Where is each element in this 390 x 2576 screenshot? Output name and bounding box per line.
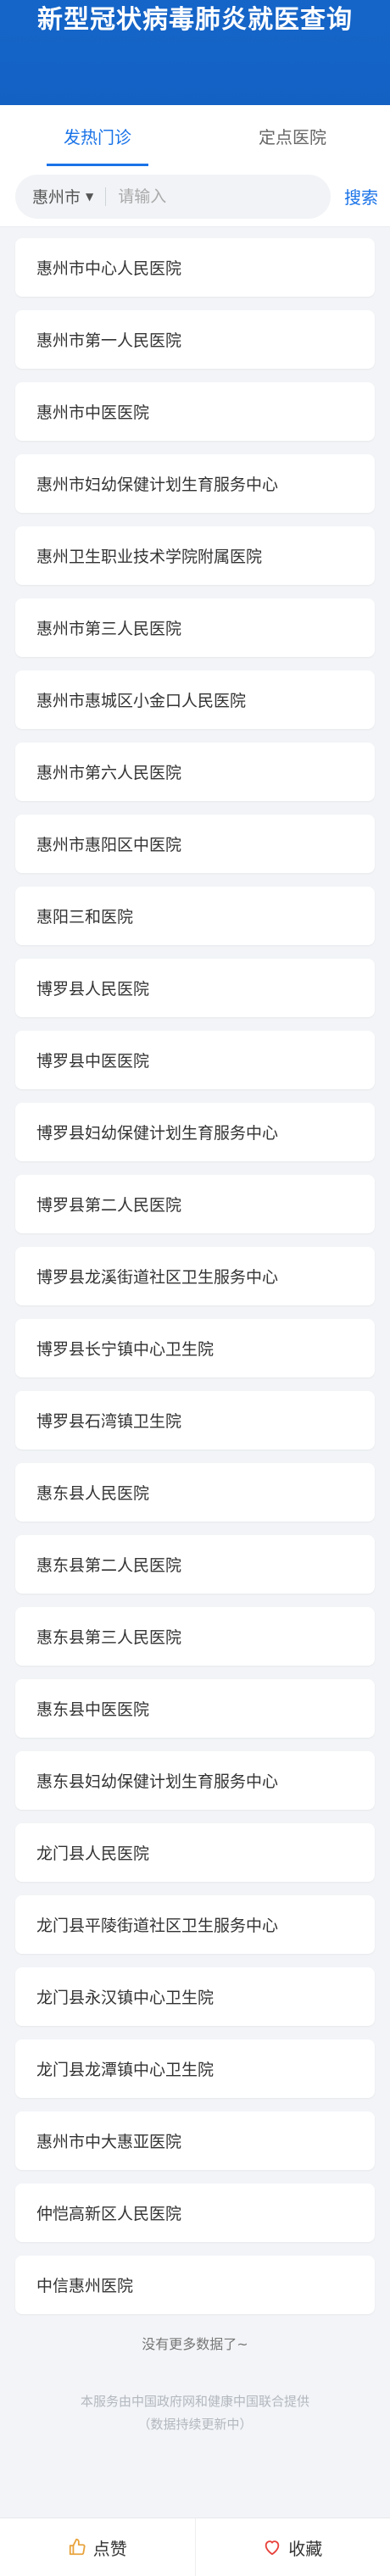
hospital-list-item[interactable]: 惠东县妇幼保健计划生育服务中心 bbox=[15, 1751, 375, 1810]
tab-fever-clinic[interactable]: 发热门诊 bbox=[0, 105, 195, 166]
caret-down-icon: ▼ bbox=[86, 190, 94, 203]
like-button[interactable]: 点赞 bbox=[0, 2518, 195, 2576]
footer-note: 本服务由中国政府网和健康中国联合提供 （数据持续更新中） bbox=[0, 2390, 390, 2436]
hospital-list-item[interactable]: 龙门县人民医院 bbox=[15, 1823, 375, 1882]
hospital-list-item[interactable]: 惠州市第六人民医院 bbox=[15, 743, 375, 801]
hospital-list-item[interactable]: 惠州市中心人民医院 bbox=[15, 238, 375, 297]
bottom-action-bar: 点赞 收藏 bbox=[0, 2518, 390, 2576]
hospital-list-item[interactable]: 博罗县第二人民医院 bbox=[15, 1175, 375, 1233]
hospital-list-item[interactable]: 博罗县妇幼保健计划生育服务中心 bbox=[15, 1103, 375, 1161]
tab-designated-hospital[interactable]: 定点医院 bbox=[195, 105, 390, 166]
hospital-list-item[interactable]: 惠州市第三人民医院 bbox=[15, 598, 375, 657]
footer-line: 本服务由中国政府网和健康中国联合提供 bbox=[80, 2394, 309, 2409]
heart-icon bbox=[265, 2540, 280, 2556]
favorite-label: 收藏 bbox=[288, 2538, 323, 2559]
hospital-list-item[interactable]: 博罗县中医医院 bbox=[15, 1031, 375, 1089]
hospital-list-item[interactable]: 惠州市惠城区小金口人民医院 bbox=[15, 670, 375, 729]
hospital-list-item[interactable]: 龙门县永汉镇中心卫生院 bbox=[15, 1967, 375, 2026]
header-banner: 新型冠状病毒肺炎就医查询 bbox=[0, 0, 390, 105]
hospital-list-item[interactable]: 中信惠州医院 bbox=[15, 2256, 375, 2314]
hospital-list: 惠州市中心人民医院 惠州市第一人民医院 惠州市中医医院 惠州市妇幼保健计划生育服务中心… bbox=[0, 238, 390, 2314]
active-tab-indicator bbox=[47, 164, 148, 166]
search-input[interactable] bbox=[118, 186, 331, 206]
hospital-list-item[interactable]: 惠州市中医医院 bbox=[15, 382, 375, 441]
hospital-list-item[interactable]: 惠阳三和医院 bbox=[15, 887, 375, 945]
hospital-list-item[interactable]: 惠州市第一人民医院 bbox=[15, 310, 375, 369]
hospital-list-item[interactable]: 惠东县第二人民医院 bbox=[15, 1535, 375, 1594]
search-box: 惠州市 ▼ bbox=[15, 174, 331, 219]
hospital-list-item[interactable]: 惠州市惠阳区中医院 bbox=[15, 815, 375, 873]
divider bbox=[105, 186, 107, 206]
tab-label: 发热门诊 bbox=[64, 126, 131, 147]
tab-label: 定点医院 bbox=[259, 126, 326, 147]
hospital-list-item[interactable]: 惠东县人民医院 bbox=[15, 1463, 375, 1522]
search-bar: 惠州市 ▼ 搜索 bbox=[0, 166, 390, 227]
footer-line: （数据持续更新中） bbox=[137, 2417, 253, 2432]
city-dropdown[interactable]: 惠州市 ▼ bbox=[32, 185, 93, 208]
hospital-list-item[interactable]: 惠州卫生职业技术学院附属医院 bbox=[15, 526, 375, 585]
hospital-list-item[interactable]: 惠州市中大惠亚医院 bbox=[15, 2111, 375, 2170]
favorite-button[interactable]: 收藏 bbox=[194, 2518, 390, 2576]
tab-bar: 发热门诊 定点医院 bbox=[0, 105, 390, 166]
thumbs-up-icon bbox=[69, 2538, 86, 2556]
hospital-list-item[interactable]: 仲恺高新区人民医院 bbox=[15, 2184, 375, 2242]
hospital-list-item[interactable]: 龙门县龙潭镇中心卫生院 bbox=[15, 2039, 375, 2098]
hospital-list-item[interactable]: 博罗县人民医院 bbox=[15, 959, 375, 1017]
hospital-list-item[interactable]: 惠东县第三人民医院 bbox=[15, 1607, 375, 1666]
city-value: 惠州市 bbox=[32, 188, 81, 207]
hospital-list-item[interactable]: 龙门县平陵街道社区卫生服务中心 bbox=[15, 1895, 375, 1954]
like-label: 点赞 bbox=[92, 2538, 127, 2559]
page-title: 新型冠状病毒肺炎就医查询 bbox=[37, 5, 353, 35]
hospital-list-item[interactable]: 博罗县龙溪街道社区卫生服务中心 bbox=[15, 1247, 375, 1305]
list-end-message: 没有更多数据了~ bbox=[142, 2336, 248, 2352]
hospital-list-item[interactable]: 博罗县长宁镇中心卫生院 bbox=[15, 1319, 375, 1377]
hospital-list-item[interactable]: 惠州市妇幼保健计划生育服务中心 bbox=[15, 454, 375, 513]
hospital-list-item[interactable]: 博罗县石湾镇卫生院 bbox=[15, 1391, 375, 1449]
hospital-list-item[interactable]: 惠东县中医医院 bbox=[15, 1679, 375, 1738]
search-button[interactable]: 搜索 bbox=[344, 184, 378, 209]
